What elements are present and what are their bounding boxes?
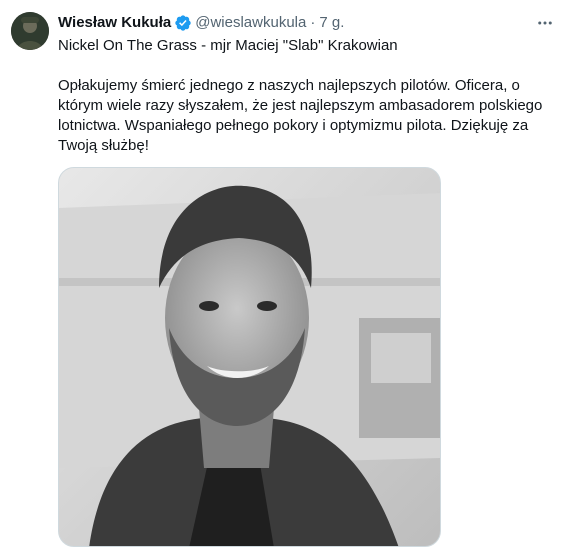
tweet: Wiesław Kukuła @wieslawkukula · 7 g. Nic…	[0, 0, 562, 547]
tweet-title-line: Nickel On The Grass - mjr Maciej "Slab" …	[58, 37, 398, 54]
tweet-text: Nickel On The Grass - mjr Maciej "Slab" …	[58, 36, 554, 156]
portrait-photo	[59, 168, 440, 546]
author-name[interactable]: Wiesław Kukuła	[58, 13, 171, 33]
tweet-body: Opłakujemy śmierć jednego z naszych najl…	[58, 77, 543, 154]
separator-dot: ·	[310, 14, 316, 31]
more-options-icon[interactable]	[534, 12, 556, 34]
tweet-photo[interactable]	[58, 167, 441, 547]
author-handle[interactable]: @wieslawkukula	[195, 13, 306, 33]
tweet-timestamp[interactable]: 7 g.	[319, 13, 344, 33]
tweet-header: Wiesław Kukuła @wieslawkukula · 7 g.	[58, 12, 344, 34]
verified-badge-icon	[174, 14, 192, 32]
avatar[interactable]	[11, 12, 49, 50]
